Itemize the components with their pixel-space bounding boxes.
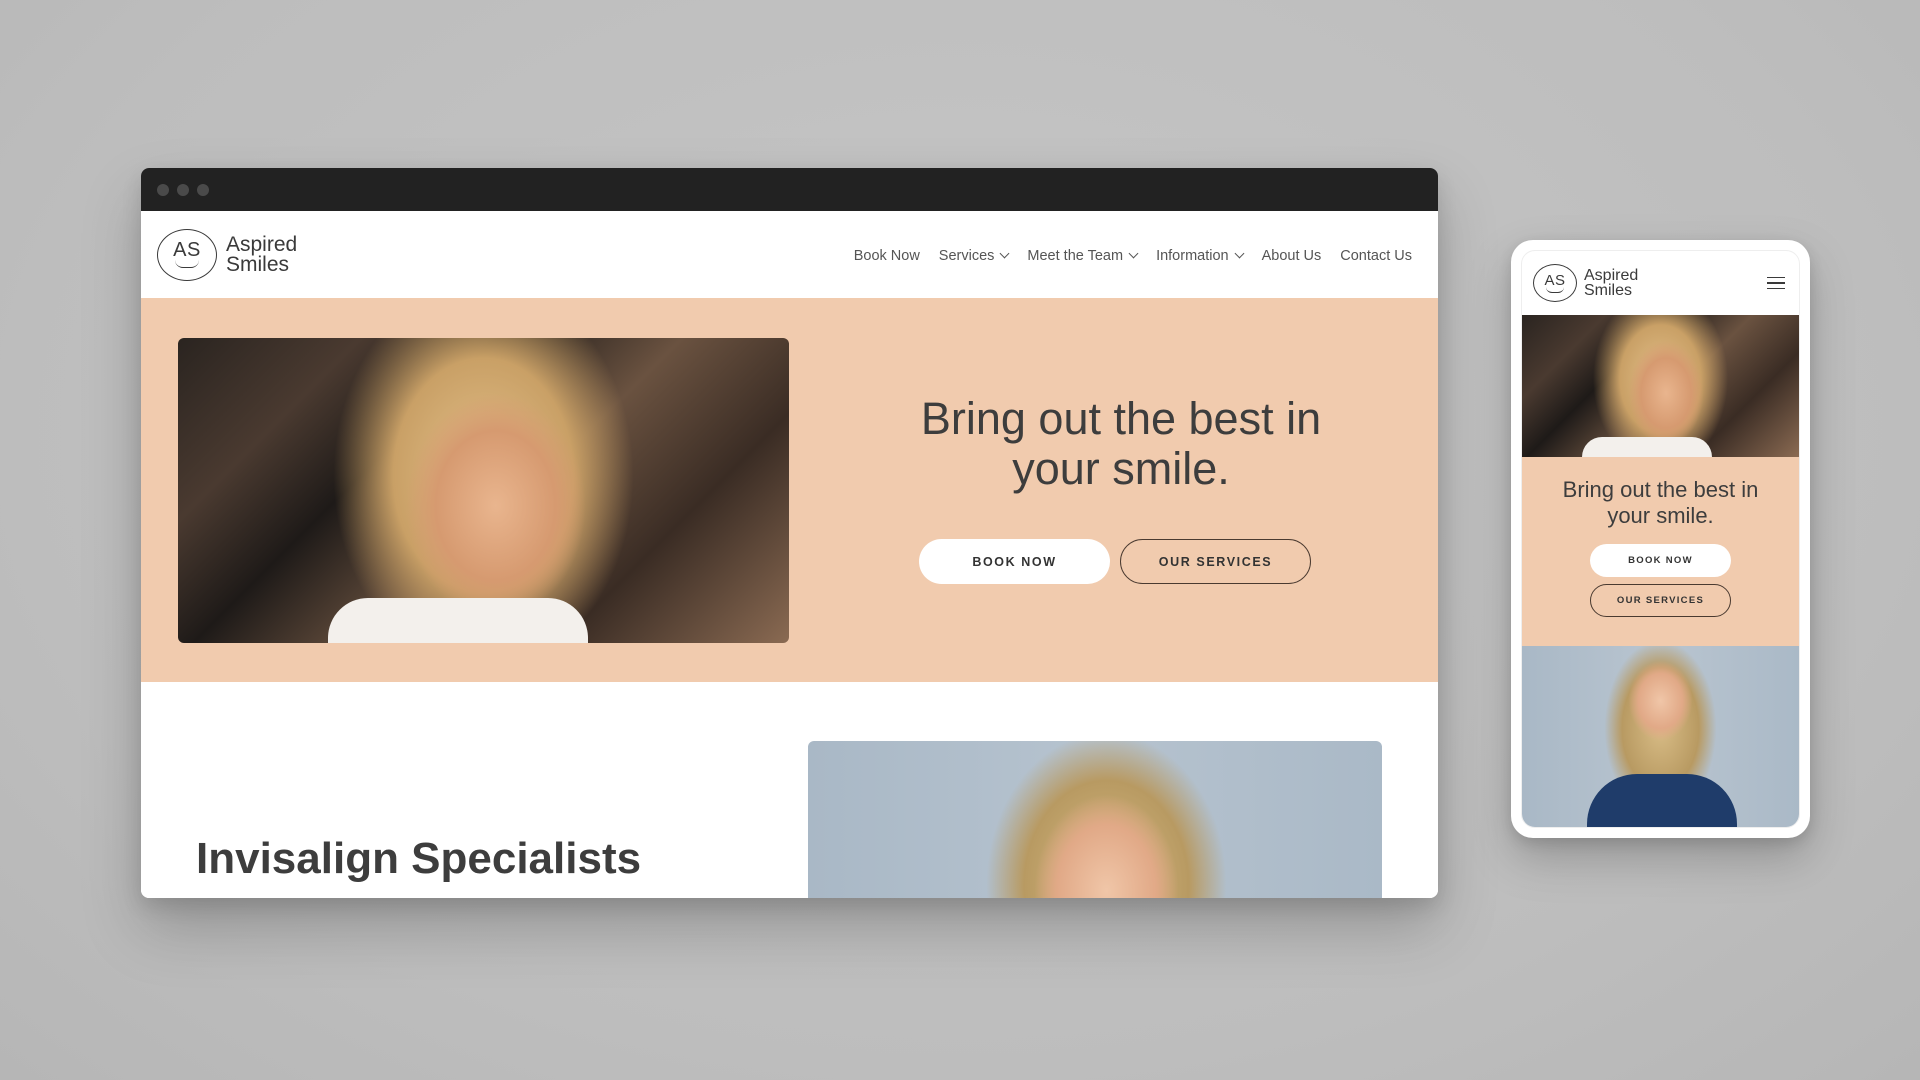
mobile-header: AS Aspired Smiles bbox=[1522, 251, 1799, 315]
logo-word-2: Smiles bbox=[226, 252, 290, 276]
invisalign-section: Invisalign Specialists bbox=[141, 682, 1438, 898]
nav-contact-us[interactable]: Contact Us bbox=[1340, 248, 1412, 264]
nav-about-us[interactable]: About Us bbox=[1262, 248, 1322, 264]
nav-label: Information bbox=[1156, 247, 1229, 264]
nav-information[interactable]: Information bbox=[1156, 247, 1245, 264]
logo-word-1: Aspired bbox=[226, 232, 298, 256]
nav-label: Services bbox=[938, 247, 995, 264]
window-minimize-dot-icon[interactable] bbox=[177, 183, 189, 196]
hero-image-detail bbox=[328, 598, 588, 643]
chevron-down-icon bbox=[1234, 248, 1245, 259]
main-nav: Book Now Services Meet the Team Informat… bbox=[854, 248, 1412, 264]
mobile-aligner-image-detail bbox=[1587, 774, 1737, 827]
mobile-hero-headline-line-2: your smile. bbox=[1607, 503, 1714, 528]
mobile-hero-headline-line-1: Bring out the best in bbox=[1562, 477, 1759, 502]
hero-headline-line-2: your smile. bbox=[1012, 443, 1230, 494]
book-now-button[interactable]: BOOK NOW bbox=[919, 539, 1110, 584]
nav-label: Contact Us bbox=[1340, 247, 1412, 264]
nav-label: About Us bbox=[1261, 247, 1322, 264]
mobile-device-frame: AS Aspired Smiles Bring out the best in … bbox=[1511, 240, 1810, 838]
logo-initials: AS bbox=[1544, 271, 1566, 289]
nav-services[interactable]: Services bbox=[938, 247, 1010, 264]
chevron-down-icon bbox=[999, 248, 1010, 259]
site-header: AS Aspired Smiles Book Now Services Meet… bbox=[141, 211, 1438, 298]
logo-word-1: Aspired bbox=[1584, 267, 1639, 284]
window-maximize-dot-icon[interactable] bbox=[197, 183, 209, 196]
mobile-logo[interactable]: AS Aspired Smiles bbox=[1533, 264, 1638, 302]
nav-meet-the-team[interactable]: Meet the Team bbox=[1027, 247, 1139, 264]
mobile-screen: AS Aspired Smiles Bring out the best in … bbox=[1521, 250, 1800, 828]
mobile-hero-section: Bring out the best in your smile. BOOK N… bbox=[1522, 457, 1799, 646]
logo-wordmark: Aspired Smiles bbox=[226, 232, 298, 276]
chevron-down-icon bbox=[1128, 248, 1139, 259]
logo-mark-icon: AS bbox=[1533, 264, 1577, 302]
logo-wordmark: Aspired Smiles bbox=[1584, 267, 1639, 299]
hero-image bbox=[178, 338, 789, 643]
hamburger-icon[interactable] bbox=[1767, 276, 1785, 290]
hero-headline: Bring out the best in your smile. bbox=[841, 394, 1401, 494]
mobile-aligner-image bbox=[1522, 646, 1799, 827]
hero-cta-row: BOOK NOW OUR SERVICES bbox=[841, 539, 1401, 584]
logo[interactable]: AS Aspired Smiles bbox=[157, 228, 298, 281]
logo-smile-icon bbox=[175, 260, 199, 268]
hero-copy: Bring out the best in your smile. BOOK N… bbox=[841, 394, 1401, 584]
mobile-our-services-button[interactable]: OUR SERVICES bbox=[1590, 584, 1731, 617]
nav-label: Meet the Team bbox=[1027, 247, 1124, 264]
logo-smile-icon bbox=[1546, 287, 1564, 293]
desktop-browser-window: AS Aspired Smiles Book Now Services Meet… bbox=[141, 168, 1438, 898]
mobile-book-now-button[interactable]: BOOK NOW bbox=[1590, 544, 1731, 577]
logo-word-2: Smiles bbox=[1584, 282, 1633, 299]
mobile-hero-image-detail bbox=[1582, 437, 1712, 457]
mobile-hero-headline: Bring out the best in your smile. bbox=[1522, 477, 1799, 529]
hero-section: Bring out the best in your smile. BOOK N… bbox=[141, 298, 1438, 682]
mobile-hero-image bbox=[1522, 315, 1799, 457]
logo-initials: AS bbox=[173, 239, 201, 261]
our-services-button[interactable]: OUR SERVICES bbox=[1120, 539, 1311, 584]
logo-mark-icon: AS bbox=[157, 228, 217, 281]
nav-book-now[interactable]: Book Now bbox=[854, 248, 920, 264]
browser-titlebar bbox=[141, 168, 1438, 211]
window-close-dot-icon[interactable] bbox=[157, 183, 169, 196]
invisalign-heading: Invisalign Specialists bbox=[196, 834, 642, 883]
hero-headline-line-1: Bring out the best in bbox=[920, 393, 1322, 444]
invisalign-image bbox=[808, 741, 1382, 898]
nav-label: Book Now bbox=[853, 247, 920, 264]
